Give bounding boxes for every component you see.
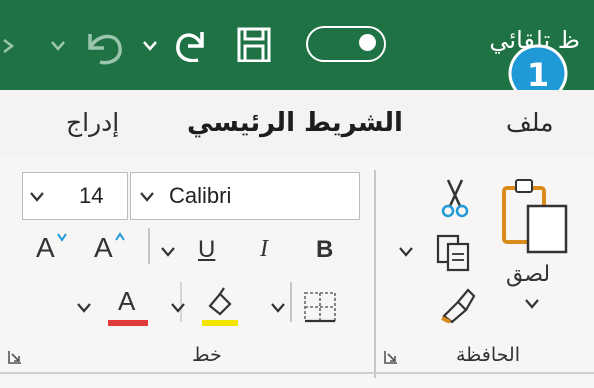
highlight-color-icon[interactable] xyxy=(198,284,242,328)
chevron-down-icon[interactable] xyxy=(76,302,92,314)
format-painter-icon[interactable] xyxy=(438,286,476,324)
excel-window: ظ تلقائي 1 إدراج الشريط الرئيسي ملف لصق xyxy=(0,0,594,388)
dialog-launcher-icon[interactable] xyxy=(384,350,398,364)
chevron-down-icon[interactable] xyxy=(160,246,176,258)
title-bar: ظ تلقائي xyxy=(0,0,594,90)
caret-down-icon xyxy=(57,233,67,242)
chevron-down-icon[interactable] xyxy=(50,40,66,52)
clipboard-group-label: الحافظة xyxy=(456,344,520,366)
chevron-down-icon[interactable] xyxy=(270,302,286,314)
font-group-label: خط xyxy=(192,344,222,366)
chevron-down-icon[interactable] xyxy=(524,298,540,310)
divider xyxy=(290,282,292,322)
font-size-dropdown[interactable]: 14 xyxy=(22,172,128,220)
font-color-swatch xyxy=(108,320,148,326)
dialog-launcher-icon[interactable] xyxy=(8,350,22,364)
active-tab-indicator xyxy=(186,62,446,67)
chevron-down-icon[interactable] xyxy=(142,40,158,52)
decrease-font-size-button[interactable]: A xyxy=(36,232,55,264)
autosave-toggle[interactable] xyxy=(306,26,386,62)
font-color-button[interactable]: A xyxy=(118,286,135,317)
caret-up-icon xyxy=(115,232,125,241)
chevron-down-icon[interactable] xyxy=(139,191,155,203)
undo-icon[interactable] xyxy=(76,22,132,70)
ribbon-bottom-border xyxy=(0,372,594,374)
chevron-down-icon[interactable] xyxy=(170,302,186,314)
group-separator xyxy=(374,170,376,378)
copy-icon[interactable] xyxy=(434,232,474,272)
quick-access-dropdown-icon[interactable] xyxy=(2,36,16,56)
chevron-down-icon[interactable] xyxy=(29,191,45,203)
chevron-down-icon[interactable] xyxy=(398,246,414,258)
paste-label[interactable]: لصق xyxy=(506,262,550,287)
ribbon-tabs: إدراج الشريط الرئيسي ملف xyxy=(0,90,594,158)
tab-home[interactable]: الشريط الرئيسي xyxy=(187,108,403,138)
bold-button[interactable]: B xyxy=(316,236,333,264)
tab-insert[interactable]: إدراج xyxy=(66,108,119,137)
font-name-dropdown[interactable]: Calibri xyxy=(130,172,360,220)
cut-icon[interactable] xyxy=(438,178,472,220)
save-icon[interactable] xyxy=(236,26,272,64)
borders-icon[interactable] xyxy=(302,290,340,326)
paste-icon[interactable] xyxy=(498,176,572,258)
toggle-knob xyxy=(359,34,376,51)
underline-button[interactable]: U xyxy=(198,236,215,264)
italic-button[interactable]: I xyxy=(260,236,268,263)
divider xyxy=(148,228,150,264)
callout-number: 1 xyxy=(526,56,550,94)
font-name-value: Calibri xyxy=(169,183,232,208)
tab-file[interactable]: ملف xyxy=(506,108,554,137)
font-size-value: 14 xyxy=(79,183,104,208)
increase-font-size-button[interactable]: A xyxy=(94,232,113,264)
